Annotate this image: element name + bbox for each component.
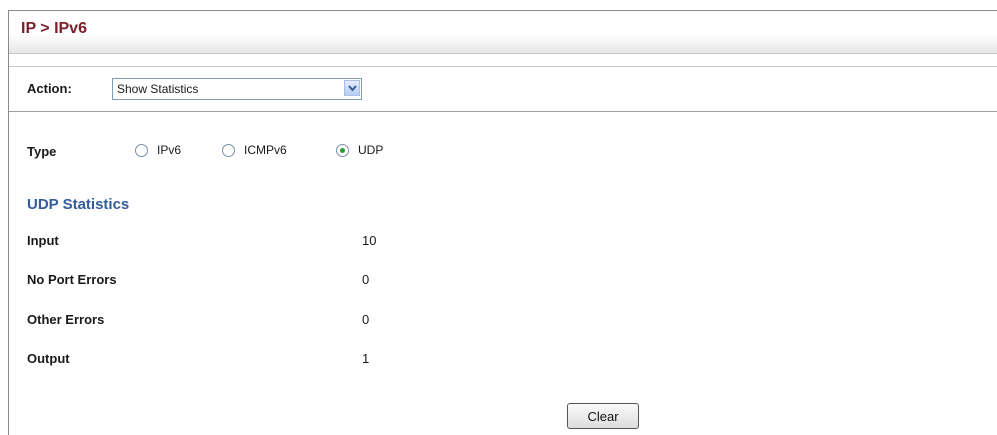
radio-udp[interactable]: UDP [336, 143, 383, 157]
action-row: Action: Show Statistics [9, 66, 997, 112]
action-select[interactable]: Show Statistics [112, 78, 362, 100]
radio-udp-button[interactable] [336, 143, 349, 157]
type-label: Type [27, 144, 57, 159]
stat-label-other-errors: Other Errors [27, 312, 105, 327]
radio-ipv6-button[interactable] [135, 143, 148, 157]
stat-value-no-port-errors: 0 [362, 272, 370, 287]
radio-icmpv6[interactable]: ICMPv6 [222, 143, 287, 157]
radio-ipv6-label: IPv6 [157, 143, 182, 157]
radio-icmpv6-button[interactable] [222, 143, 235, 157]
radio-ipv6[interactable]: IPv6 [135, 143, 181, 157]
stat-label-no-port-errors: No Port Errors [27, 272, 117, 287]
radio-udp-label: UDP [358, 143, 384, 157]
stat-label-output: Output [27, 351, 70, 366]
chevron-down-icon [347, 84, 357, 92]
stat-value-output: 1 [362, 351, 370, 366]
page-title: IP > IPv6 [21, 20, 87, 37]
action-label: Action: [27, 81, 72, 96]
section-title: UDP Statistics [27, 196, 130, 213]
stat-value-other-errors: 0 [362, 312, 370, 327]
stat-label-input: Input [27, 233, 59, 248]
clear-button[interactable]: Clear [567, 403, 639, 429]
title-bar: IP > IPv6 [9, 11, 997, 54]
stat-value-input: 10 [362, 233, 377, 248]
dropdown-button[interactable] [344, 80, 360, 96]
radio-icmpv6-label: ICMPv6 [244, 143, 287, 157]
action-select-value: Show Statistics [117, 82, 199, 96]
